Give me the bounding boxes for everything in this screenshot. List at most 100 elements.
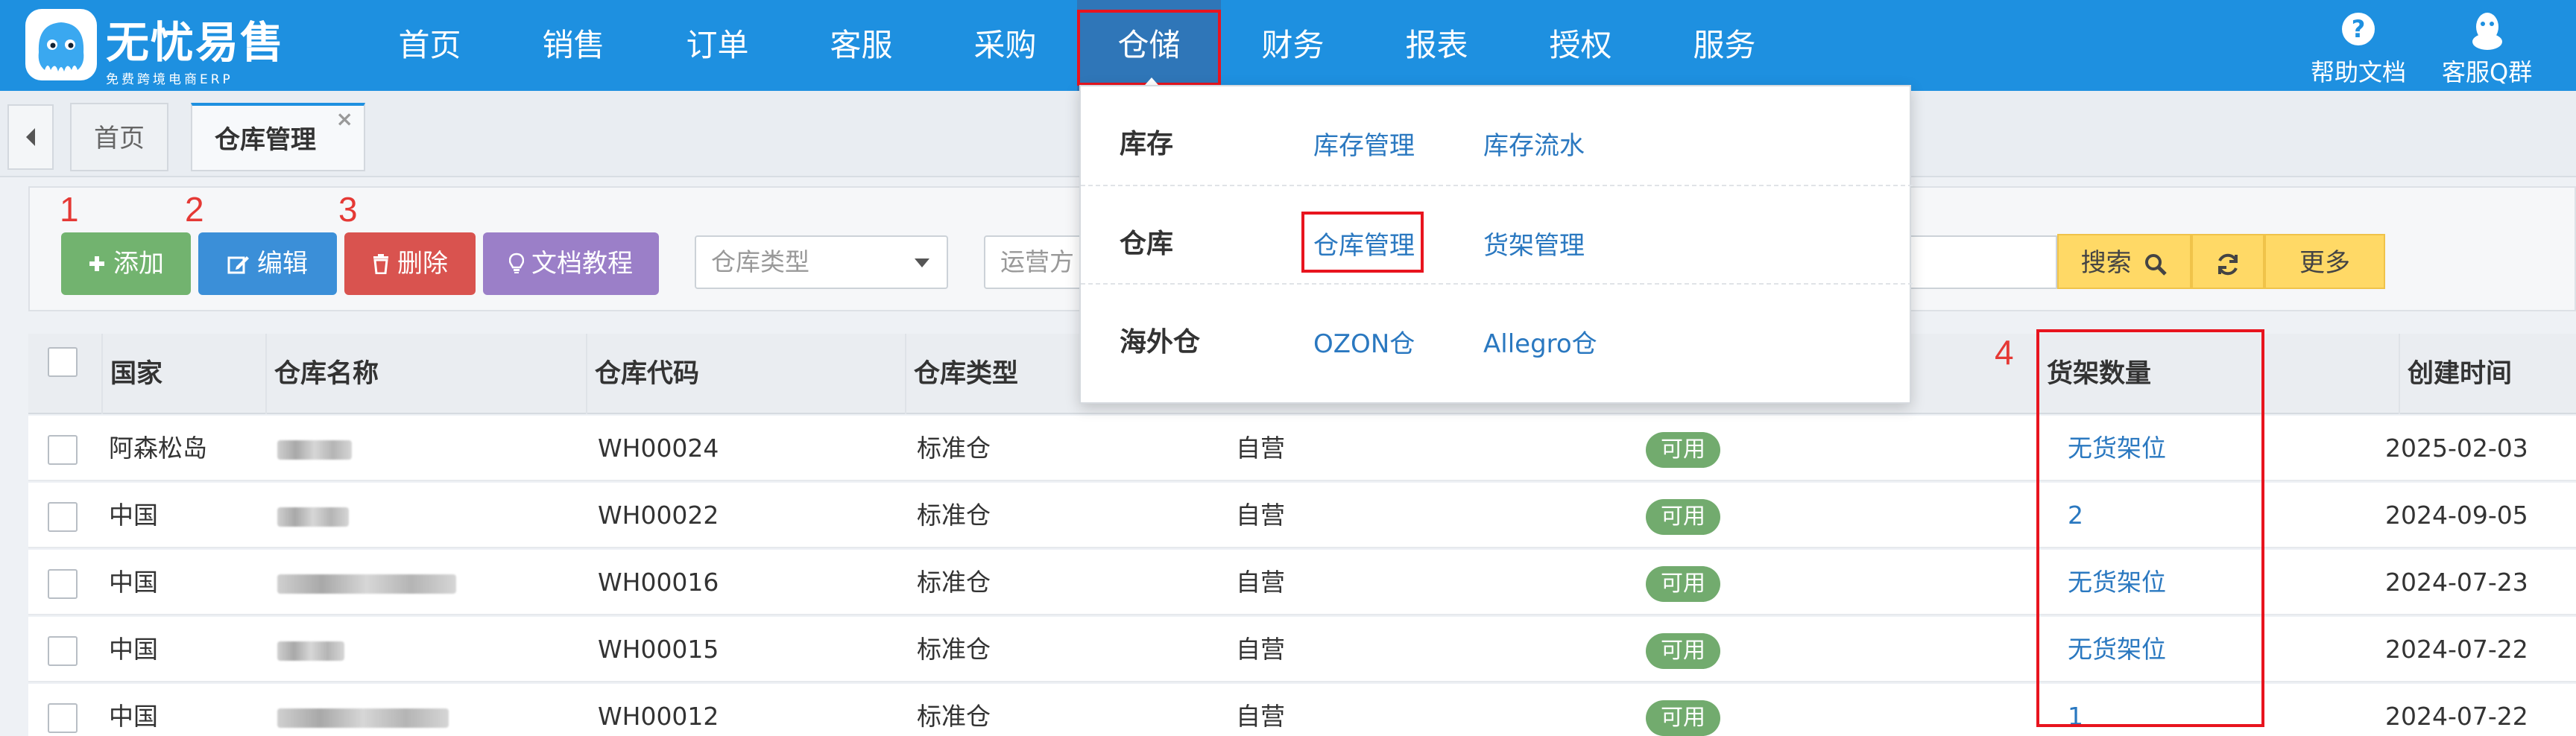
search-icon <box>2145 253 2168 276</box>
warehouse-dropdown-menu: 库存 库存管理 库存流水 仓库 仓库管理 货架管理 海外仓 OZON仓 Alle… <box>1079 85 1913 404</box>
section-title: 仓库 <box>1120 229 1174 259</box>
annotation-box-nav <box>1077 10 1221 86</box>
nav-home[interactable]: 首页 <box>358 0 502 91</box>
nav-orders[interactable]: 订单 <box>645 0 789 91</box>
status-badge: 可用 <box>1646 566 1720 602</box>
annotation-box-warehouse-management <box>1301 212 1424 273</box>
annotation-number-3: 3 <box>338 190 358 229</box>
nav-authorization[interactable]: 授权 <box>1509 0 1652 91</box>
nav-purchasing[interactable]: 采购 <box>933 0 1077 91</box>
brand-title: 无忧易售 <box>106 17 285 68</box>
cell-country: 阿森松岛 <box>109 434 207 463</box>
annotation-number-4: 4 <box>1995 333 2014 372</box>
cell-warehouse-name-blurred <box>277 684 449 736</box>
cell-warehouse-name-blurred <box>277 550 456 615</box>
close-icon[interactable]: × <box>336 85 353 153</box>
cell-created-time: 2024-09-05 14:33 <box>2385 501 2528 595</box>
search-input[interactable] <box>1911 235 2057 289</box>
tab-home[interactable]: 首页 <box>70 103 168 171</box>
annotation-number-2: 2 <box>185 190 204 229</box>
refresh-button[interactable] <box>2191 234 2264 289</box>
qq-penguin-icon <box>2472 13 2502 50</box>
delete-button[interactable]: 删除 <box>344 232 476 295</box>
col-created-time[interactable]: 创建时间 <box>2399 334 2576 414</box>
help-icon: ? <box>2342 13 2375 45</box>
row-checkbox[interactable] <box>48 569 78 599</box>
add-button[interactable]: 添加 <box>61 232 191 295</box>
cell-warehouse-code: WH00024 <box>598 434 719 463</box>
cell-warehouse-code: WH00012 <box>598 702 719 731</box>
select-all-checkbox[interactable] <box>48 347 78 377</box>
cell-warehouse-type: 标准仓 <box>917 702 991 731</box>
cell-warehouse-code: WH00015 <box>598 635 719 664</box>
cell-warehouse-type: 标准仓 <box>917 501 991 530</box>
trash-icon <box>373 254 388 274</box>
top-navbar: 无忧易售 免费跨境电商ERP 首页 销售 订单 客服 采购 仓储 财务 报表 授… <box>0 0 2576 91</box>
nav-warehouse[interactable]: 仓储 <box>1077 0 1221 91</box>
cell-created-time: 2024-07-23 23:18 <box>2385 568 2528 662</box>
brand-logo[interactable]: 无忧易售 免费跨境电商ERP <box>22 6 306 87</box>
annotation-box-shelf-count <box>2036 329 2264 727</box>
nav-finance[interactable]: 财务 <box>1221 0 1365 91</box>
cell-warehouse-name-blurred <box>277 617 344 682</box>
section-title: 海外仓 <box>1120 327 1201 358</box>
cell-warehouse-type: 标准仓 <box>917 568 991 597</box>
cell-warehouse-name-blurred <box>277 416 352 481</box>
col-warehouse-name[interactable]: 仓库名称 <box>265 334 586 414</box>
warehouse-type-select[interactable]: 仓库类型 <box>695 235 948 289</box>
edit-icon <box>227 256 249 274</box>
dropdown-section-warehouse: 仓库 仓库管理 货架管理 <box>1081 185 1913 283</box>
row-checkbox[interactable] <box>48 502 78 532</box>
row-checkbox[interactable] <box>48 435 78 465</box>
row-checkbox[interactable] <box>48 703 78 733</box>
cell-country: 中国 <box>109 501 158 530</box>
row-checkbox[interactable] <box>48 636 78 666</box>
qq-group-link[interactable]: 客服Q群 <box>2442 10 2532 88</box>
cell-operation-mode: 自营 <box>1236 635 1285 664</box>
cell-operation-mode: 自营 <box>1236 501 1285 530</box>
menu-item-shelf-management[interactable]: 货架管理 <box>1483 225 1585 261</box>
octopus-mascot-icon <box>25 9 97 80</box>
lightbulb-icon <box>509 253 524 273</box>
nav-customer-service[interactable]: 客服 <box>789 0 933 91</box>
col-warehouse-code[interactable]: 仓库代码 <box>586 334 905 414</box>
chevron-down-icon <box>915 258 929 267</box>
docs-tutorial-button[interactable]: 文档教程 <box>483 232 659 295</box>
cell-created-time: 2025-02-03 11:09 <box>2385 434 2528 528</box>
menu-item-allegro-warehouse[interactable]: Allegro仓 <box>1483 323 1597 360</box>
tab-warehouse-management-label: 仓库管理 <box>215 125 316 155</box>
qq-group-label: 客服Q群 <box>2442 58 2533 86</box>
tab-scroll-left-button[interactable] <box>7 104 54 170</box>
cell-warehouse-code: WH00022 <box>598 501 719 530</box>
cell-operation-mode: 自营 <box>1236 702 1285 731</box>
status-badge: 可用 <box>1646 700 1720 736</box>
cell-warehouse-code: WH00016 <box>598 568 719 597</box>
cell-created-time: 2024-07-22 19:44 <box>2385 635 2528 729</box>
cell-created-time: 2024-07-22 08:42 <box>2385 702 2528 731</box>
edit-button[interactable]: 编辑 <box>198 232 337 295</box>
menu-item-ozon-warehouse[interactable]: OZON仓 <box>1313 323 1415 360</box>
cell-operation-mode: 自营 <box>1236 568 1285 597</box>
status-badge: 可用 <box>1646 633 1720 669</box>
cell-country: 中国 <box>109 635 158 664</box>
dropdown-section-overseas: 海外仓 OZON仓 Allegro仓 <box>1081 283 1913 381</box>
help-docs-link[interactable]: ? 帮助文档 <box>2311 10 2406 88</box>
cell-warehouse-type: 标准仓 <box>917 635 991 664</box>
search-button[interactable]: 搜索 <box>2057 234 2191 289</box>
menu-item-inventory-flow[interactable]: 库存流水 <box>1483 125 1585 162</box>
nav-reports[interactable]: 报表 <box>1365 0 1509 91</box>
help-docs-label: 帮助文档 <box>2311 58 2407 86</box>
cell-warehouse-name-blurred <box>277 483 349 548</box>
tab-warehouse-management[interactable]: 仓库管理 × <box>191 103 365 171</box>
nav-sales[interactable]: 销售 <box>502 0 645 91</box>
refresh-icon <box>2218 253 2238 275</box>
col-warehouse-type[interactable]: 仓库类型 <box>905 334 1082 414</box>
menu-item-inventory-management[interactable]: 库存管理 <box>1313 125 1415 162</box>
plus-icon <box>89 256 104 271</box>
cell-country: 中国 <box>109 568 158 597</box>
section-title: 库存 <box>1120 129 1174 159</box>
main-nav: 首页 销售 订单 客服 采购 仓储 财务 报表 授权 服务 <box>358 0 1796 91</box>
cell-operation-mode: 自营 <box>1236 434 1285 463</box>
nav-services[interactable]: 服务 <box>1652 0 1796 91</box>
more-button[interactable]: 更多 <box>2264 234 2385 289</box>
